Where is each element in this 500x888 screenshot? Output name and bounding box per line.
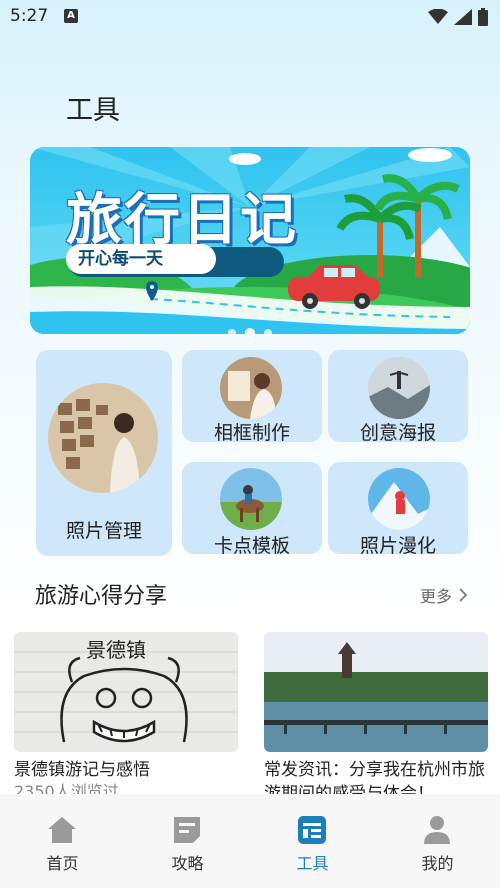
- carousel-dot[interactable]: [264, 329, 272, 337]
- battery-icon: [478, 8, 488, 26]
- tool-beat-template[interactable]: 卡点模板: [182, 462, 322, 557]
- tool-frame-making[interactable]: 相框制作: [182, 350, 322, 444]
- nav-label: 我的: [421, 854, 454, 873]
- tool-label: 相框制作: [213, 422, 290, 444]
- creative-poster-image: [368, 357, 430, 419]
- share-card[interactable]: 常发资讯：分享我在杭州市旅游期间的感受与体会！: [264, 632, 488, 806]
- notification-icon: A: [64, 9, 78, 23]
- card-image: [264, 632, 488, 752]
- guide-icon: [174, 817, 200, 843]
- section-title: 旅游心得分享: [35, 584, 168, 609]
- tools-icon: [298, 816, 326, 844]
- share-card[interactable]: 景德镇 景德镇游记与感悟 2350人浏览过: [14, 632, 238, 802]
- card-image-caption: 景德镇: [86, 638, 146, 662]
- frame-making-image: [220, 357, 282, 419]
- carousel-dot-active[interactable]: [245, 328, 255, 338]
- nav-item-home[interactable]: 首页: [0, 794, 125, 888]
- tool-photo-cartoon[interactable]: 照片漫化: [328, 462, 468, 557]
- status-bar: 5:27 A: [0, 0, 500, 34]
- carousel-indicator: [0, 328, 500, 338]
- carousel-dot[interactable]: [228, 329, 236, 337]
- banner-carousel[interactable]: 旅行日记 开心每一天: [30, 147, 470, 334]
- card-title: 景德镇游记与感悟: [14, 760, 150, 780]
- banner-subtitle: 开心每一天: [66, 244, 216, 274]
- nav-label: 工具: [296, 854, 329, 873]
- tool-label: 卡点模板: [213, 535, 290, 557]
- tool-creative-poster[interactable]: 创意海报: [328, 350, 468, 444]
- card-image: 景德镇: [14, 632, 238, 752]
- more-label: 更多: [419, 587, 452, 606]
- bottom-nav: 首页 攻略 工具 我的: [0, 794, 500, 888]
- status-icons: [428, 8, 488, 26]
- chevron-right-icon: [459, 588, 468, 602]
- home-icon: [48, 817, 76, 843]
- nav-label: 攻略: [171, 854, 204, 873]
- wifi-icon: [428, 9, 448, 24]
- profile-icon: [424, 816, 450, 844]
- nav-item-profile[interactable]: 我的: [375, 794, 500, 888]
- status-time: 5:27: [10, 6, 49, 26]
- tool-label: 创意海报: [359, 422, 436, 444]
- page-title: 工具: [66, 95, 120, 126]
- tool-photo-management[interactable]: 照片管理: [36, 350, 172, 556]
- nav-label: 首页: [46, 854, 79, 873]
- beat-template-image: [220, 468, 282, 530]
- photo-cartoon-image: [368, 468, 430, 530]
- tool-label: 照片漫化: [359, 535, 436, 557]
- nav-item-tools[interactable]: 工具: [250, 794, 375, 888]
- signal-icon: [454, 9, 472, 25]
- tool-label: 照片管理: [65, 520, 142, 542]
- nav-item-guide[interactable]: 攻略: [125, 794, 250, 888]
- more-link[interactable]: 更多: [420, 583, 468, 607]
- photo-management-image: [48, 383, 158, 493]
